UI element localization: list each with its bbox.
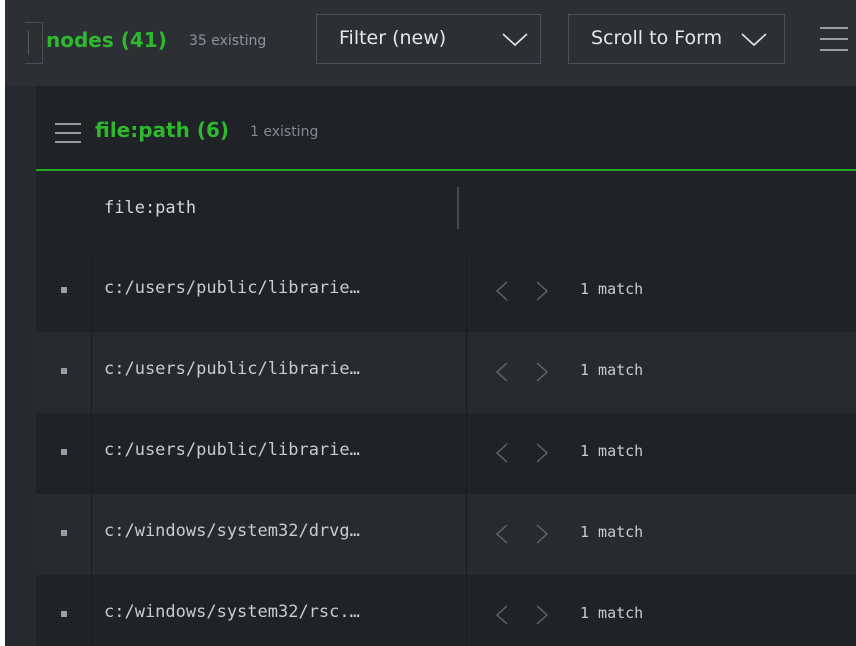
chevron-left-icon[interactable] — [496, 362, 508, 382]
table-row[interactable]: c:/users/public/librarie… 1 match — [36, 332, 856, 413]
cell-separator — [466, 494, 467, 575]
cell-separator — [466, 575, 467, 646]
hamburger-icon[interactable] — [820, 26, 848, 52]
square-bullet-icon — [61, 611, 67, 617]
top-toolbar: nodes (41) 35 existing Filter (new) Scro… — [5, 0, 856, 86]
cell-separator — [91, 332, 92, 413]
chevron-left-icon[interactable] — [496, 524, 508, 544]
table-row[interactable]: c:/users/public/librarie… 1 match — [36, 251, 856, 332]
filter-dropdown-label: Filter (new) — [339, 27, 447, 49]
cell-separator — [91, 413, 92, 494]
chevron-right-icon[interactable] — [536, 443, 548, 463]
square-bullet-icon — [61, 287, 67, 293]
row-path[interactable]: c:/users/public/librarie… — [104, 278, 360, 298]
square-bullet-icon — [61, 368, 67, 374]
row-match-count: 1 match — [580, 523, 644, 541]
app-frame: nodes (41) 35 existing Filter (new) Scro… — [5, 0, 856, 646]
collapse-handle[interactable] — [25, 22, 43, 64]
file-path-panel: file:path (6) 1 existing file:path c:/us… — [36, 86, 856, 646]
chevron-down-icon — [502, 33, 528, 47]
column-header-label: file:path — [104, 198, 197, 218]
panel-title: file:path (6) — [95, 118, 230, 142]
filter-dropdown[interactable]: Filter (new) — [316, 14, 541, 64]
scroll-to-form-dropdown[interactable]: Scroll to Form — [568, 14, 785, 64]
square-bullet-icon — [61, 530, 67, 536]
row-match-count: 1 match — [580, 280, 644, 298]
table-row[interactable]: c:/windows/system32/drvg… 1 match — [36, 494, 856, 575]
cell-separator — [91, 494, 92, 575]
hamburger-icon[interactable] — [55, 123, 81, 143]
nodes-title: nodes (41) — [46, 28, 167, 52]
cell-separator — [466, 332, 467, 413]
chevron-right-icon[interactable] — [536, 281, 548, 301]
cell-separator — [91, 251, 92, 332]
chevron-down-icon — [741, 33, 767, 47]
chevron-right-icon[interactable] — [536, 605, 548, 625]
table-row[interactable]: c:/windows/system32/rsc.… 1 match — [36, 575, 856, 646]
row-path[interactable]: c:/users/public/librarie… — [104, 359, 360, 379]
row-path[interactable]: c:/users/public/librarie… — [104, 440, 360, 460]
row-path[interactable]: c:/windows/system32/drvg… — [104, 521, 360, 541]
cell-separator — [466, 251, 467, 332]
chevron-right-icon[interactable] — [536, 362, 548, 382]
row-match-count: 1 match — [580, 442, 644, 460]
cell-separator — [91, 575, 92, 646]
nodes-subtitle: 35 existing — [189, 33, 267, 49]
column-header: file:path — [36, 171, 856, 251]
panel-header: file:path (6) 1 existing — [36, 86, 856, 171]
chevron-right-icon[interactable] — [536, 524, 548, 544]
row-path[interactable]: c:/windows/system32/rsc.… — [104, 602, 360, 622]
scroll-to-form-label: Scroll to Form — [591, 27, 723, 49]
chevron-left-icon[interactable] — [496, 605, 508, 625]
table-row[interactable]: c:/users/public/librarie… 1 match — [36, 413, 856, 494]
panel-subtitle: 1 existing — [250, 124, 319, 140]
chevron-left-icon[interactable] — [496, 443, 508, 463]
row-match-count: 1 match — [580, 361, 644, 379]
column-resize-handle[interactable] — [457, 187, 459, 229]
chevron-left-icon[interactable] — [496, 281, 508, 301]
row-match-count: 1 match — [580, 604, 644, 622]
cell-separator — [466, 413, 467, 494]
square-bullet-icon — [61, 449, 67, 455]
